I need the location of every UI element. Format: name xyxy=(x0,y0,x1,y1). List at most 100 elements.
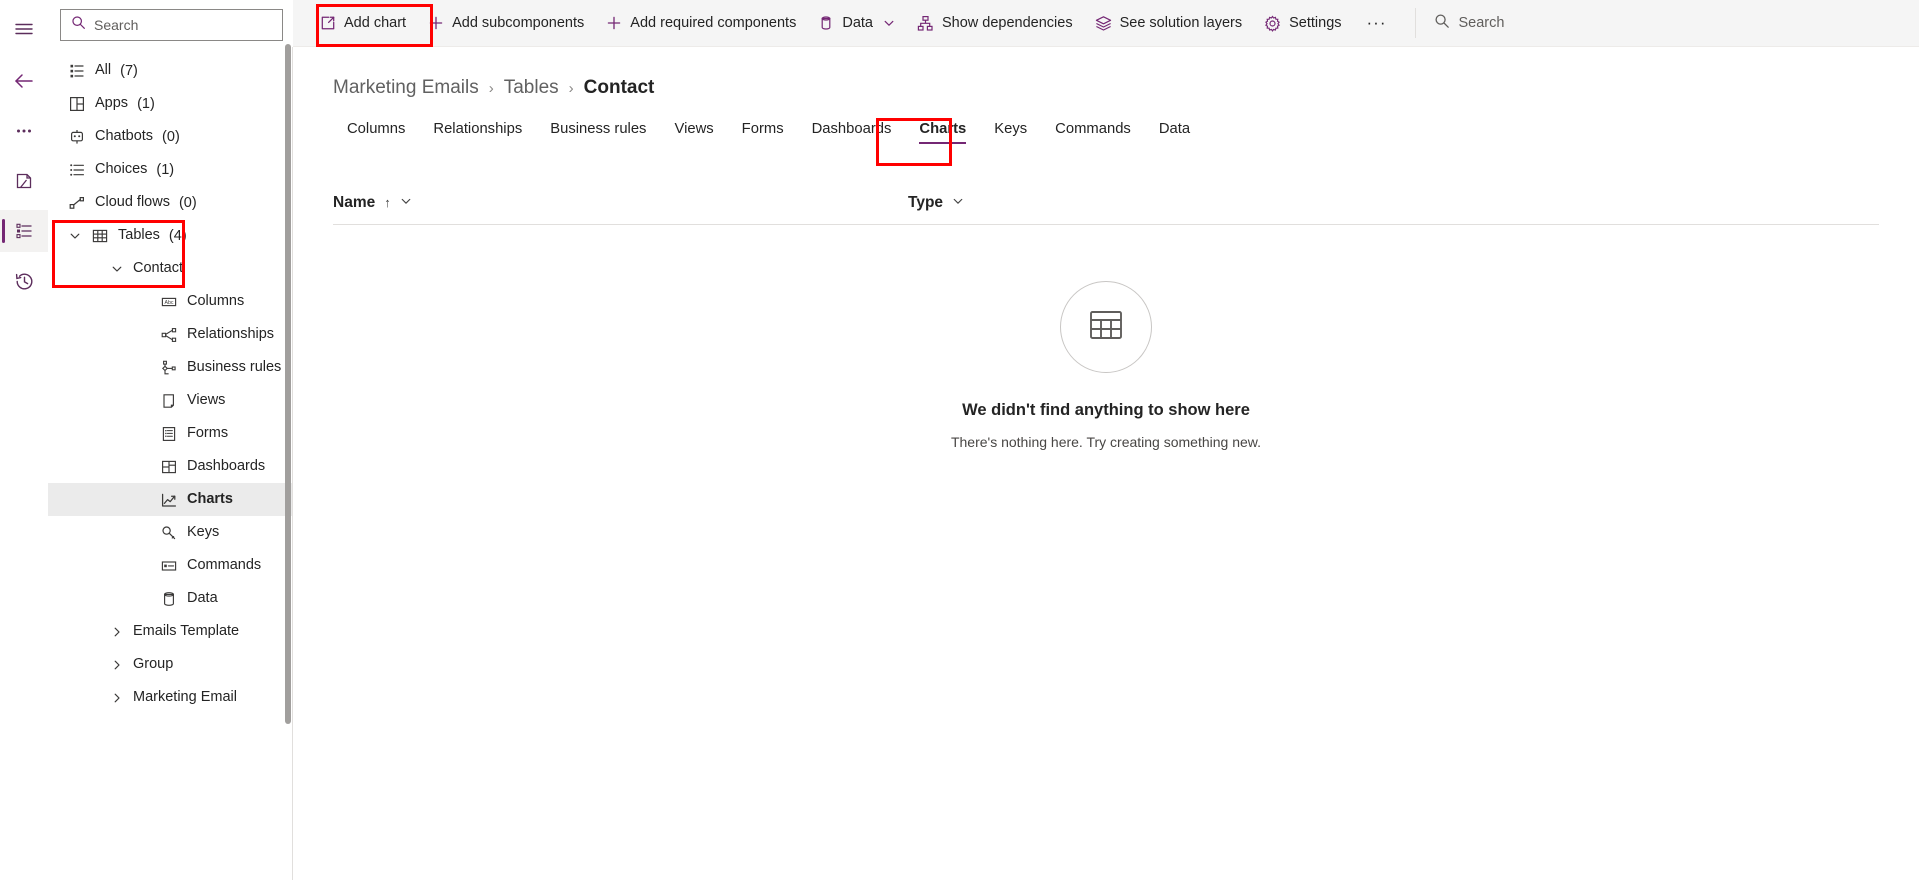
sidebar-item-columns[interactable]: Abc Columns xyxy=(48,285,293,318)
main-region: Add chart Add subcomponents Add required… xyxy=(293,0,1919,880)
sidebar-item-business-rules[interactable]: Business rules xyxy=(48,351,293,384)
keys-icon xyxy=(160,525,178,541)
sidebar-item-commands[interactable]: Commands xyxy=(48,549,293,582)
plus-icon xyxy=(428,15,444,31)
tab-columns[interactable]: Columns xyxy=(333,115,419,146)
recent-history-icon[interactable] xyxy=(0,260,48,302)
solutions-icon[interactable] xyxy=(0,160,48,202)
sidebar-item-charts[interactable]: Charts xyxy=(48,483,293,516)
sidebar-item-emails-template[interactable]: Emails Template xyxy=(48,615,293,648)
sidebar-scrollbar[interactable] xyxy=(285,44,291,724)
sidebar-item-group[interactable]: Group xyxy=(48,648,293,681)
tab-commands[interactable]: Commands xyxy=(1041,115,1145,146)
chevron-down-icon[interactable] xyxy=(952,194,964,212)
sidebar-item-views[interactable]: Views xyxy=(48,384,293,417)
forms-icon xyxy=(160,426,178,442)
add-subcomponents-button[interactable]: Add subcomponents xyxy=(417,0,595,47)
sidebar-item-contact[interactable]: Contact xyxy=(48,252,293,285)
more-options-icon[interactable] xyxy=(0,110,48,152)
back-arrow-icon[interactable] xyxy=(0,60,48,102)
data-cylinder-icon xyxy=(818,15,834,31)
sidebar-item-count: (7) xyxy=(120,62,138,79)
command-overflow-button[interactable]: ··· xyxy=(1353,0,1401,47)
sidebar-item-choices[interactable]: Choices (1) xyxy=(48,153,293,186)
sidebar-item-count: (1) xyxy=(156,161,175,178)
entity-tabs: Columns Relationships Business rules Vie… xyxy=(333,115,1919,146)
chevron-right-icon[interactable] xyxy=(110,692,124,704)
chevron-down-icon[interactable] xyxy=(68,230,82,242)
sidebar-search-container: Search xyxy=(48,9,293,41)
tab-business-rules[interactable]: Business rules xyxy=(536,115,660,146)
column-header-type[interactable]: Type xyxy=(908,194,964,212)
empty-state-title: We didn't find anything to show here xyxy=(962,401,1250,419)
sidebar-item-cloud-flows[interactable]: Cloud flows (0) xyxy=(48,186,293,219)
sidebar-item-dashboards[interactable]: Dashboards xyxy=(48,450,293,483)
columns-abc-icon: Abc xyxy=(160,294,178,310)
show-dependencies-button[interactable]: Show dependencies xyxy=(906,0,1084,47)
breadcrumb-item-tables[interactable]: Tables xyxy=(504,77,559,99)
empty-state-subtitle: There's nothing here. Try creating somet… xyxy=(950,434,1262,450)
settings-label: Settings xyxy=(1289,15,1342,31)
sidebar-item-chatbots[interactable]: Chatbots (0) xyxy=(48,120,293,153)
sidebar-item-label: Charts xyxy=(187,491,233,508)
tab-charts[interactable]: Charts xyxy=(905,115,980,146)
sidebar-item-tables[interactable]: Tables (4) xyxy=(48,219,293,252)
objects-list-icon[interactable] xyxy=(0,210,48,252)
breadcrumb-separator: › xyxy=(568,79,574,97)
sidebar-tree: All (7) Apps (1) Chatbots (0) Choices (1… xyxy=(48,54,293,714)
dependencies-icon xyxy=(917,15,934,32)
chevron-down-icon[interactable] xyxy=(110,263,124,275)
breadcrumb-item-marketing-emails[interactable]: Marketing Emails xyxy=(333,77,479,99)
tab-views[interactable]: Views xyxy=(660,115,727,146)
global-search-input[interactable]: Search xyxy=(1430,13,1505,33)
sidebar-item-label: Apps xyxy=(95,95,129,112)
chevron-down-icon[interactable] xyxy=(400,194,412,212)
add-chart-button[interactable]: Add chart xyxy=(309,0,417,47)
data-menu-button[interactable]: Data xyxy=(807,0,906,47)
see-solution-layers-button[interactable]: See solution layers xyxy=(1084,0,1254,47)
tab-data[interactable]: Data xyxy=(1145,115,1204,146)
add-required-components-button[interactable]: Add required components xyxy=(595,0,807,47)
sidebar-item-count: (0) xyxy=(162,128,180,145)
sidebar-item-label: Choices xyxy=(95,161,148,178)
empty-state-icon-circle xyxy=(1060,281,1152,373)
search-icon xyxy=(71,15,86,35)
sort-ascending-icon: ↑ xyxy=(384,195,391,210)
command-bar: Add chart Add subcomponents Add required… xyxy=(293,0,1919,47)
search-input[interactable]: Search xyxy=(60,9,283,41)
sidebar-item-label: Columns xyxy=(187,293,245,310)
show-dependencies-label: Show dependencies xyxy=(941,15,1073,31)
tab-keys[interactable]: Keys xyxy=(980,115,1041,146)
chevron-down-icon[interactable] xyxy=(883,17,895,29)
settings-button[interactable]: Settings xyxy=(1253,0,1352,47)
tab-dashboards[interactable]: Dashboards xyxy=(798,115,906,146)
global-search-placeholder: Search xyxy=(1458,15,1505,31)
hamburger-menu-icon[interactable] xyxy=(0,8,48,50)
sidebar-item-apps[interactable]: Apps (1) xyxy=(48,87,293,120)
choices-list-icon xyxy=(68,162,86,178)
table-grid-icon xyxy=(91,228,109,244)
chevron-right-icon[interactable] xyxy=(110,659,124,671)
chatbot-icon xyxy=(68,129,86,145)
cloud-flow-icon xyxy=(68,195,86,211)
sidebar-item-label: Commands xyxy=(187,557,262,574)
sidebar-item-marketing-email[interactable]: Marketing Email xyxy=(48,681,293,714)
breadcrumb-separator: › xyxy=(488,79,494,97)
sidebar-item-keys[interactable]: Keys xyxy=(48,516,293,549)
sidebar-item-all[interactable]: All (7) xyxy=(48,54,293,87)
sidebar-item-label: Data xyxy=(187,590,218,607)
sidebar-item-label: All xyxy=(95,62,112,79)
sidebar-item-relationships[interactable]: Relationships xyxy=(48,318,293,351)
column-header-name[interactable]: Name ↑ xyxy=(333,194,908,212)
tab-relationships[interactable]: Relationships xyxy=(419,115,536,146)
tab-forms[interactable]: Forms xyxy=(728,115,798,146)
sidebar-item-count: (1) xyxy=(137,95,155,112)
sidebar-item-forms[interactable]: Forms xyxy=(48,417,293,450)
relationships-icon xyxy=(160,327,178,343)
sidebar-item-label: Keys xyxy=(187,524,220,541)
sidebar-item-data[interactable]: Data xyxy=(48,582,293,615)
add-subcomponents-label: Add subcomponents xyxy=(452,15,585,31)
chevron-right-icon[interactable] xyxy=(110,626,124,638)
apps-grid-icon xyxy=(68,96,86,112)
content-area: Marketing Emails › Tables › Contact Colu… xyxy=(293,47,1919,880)
